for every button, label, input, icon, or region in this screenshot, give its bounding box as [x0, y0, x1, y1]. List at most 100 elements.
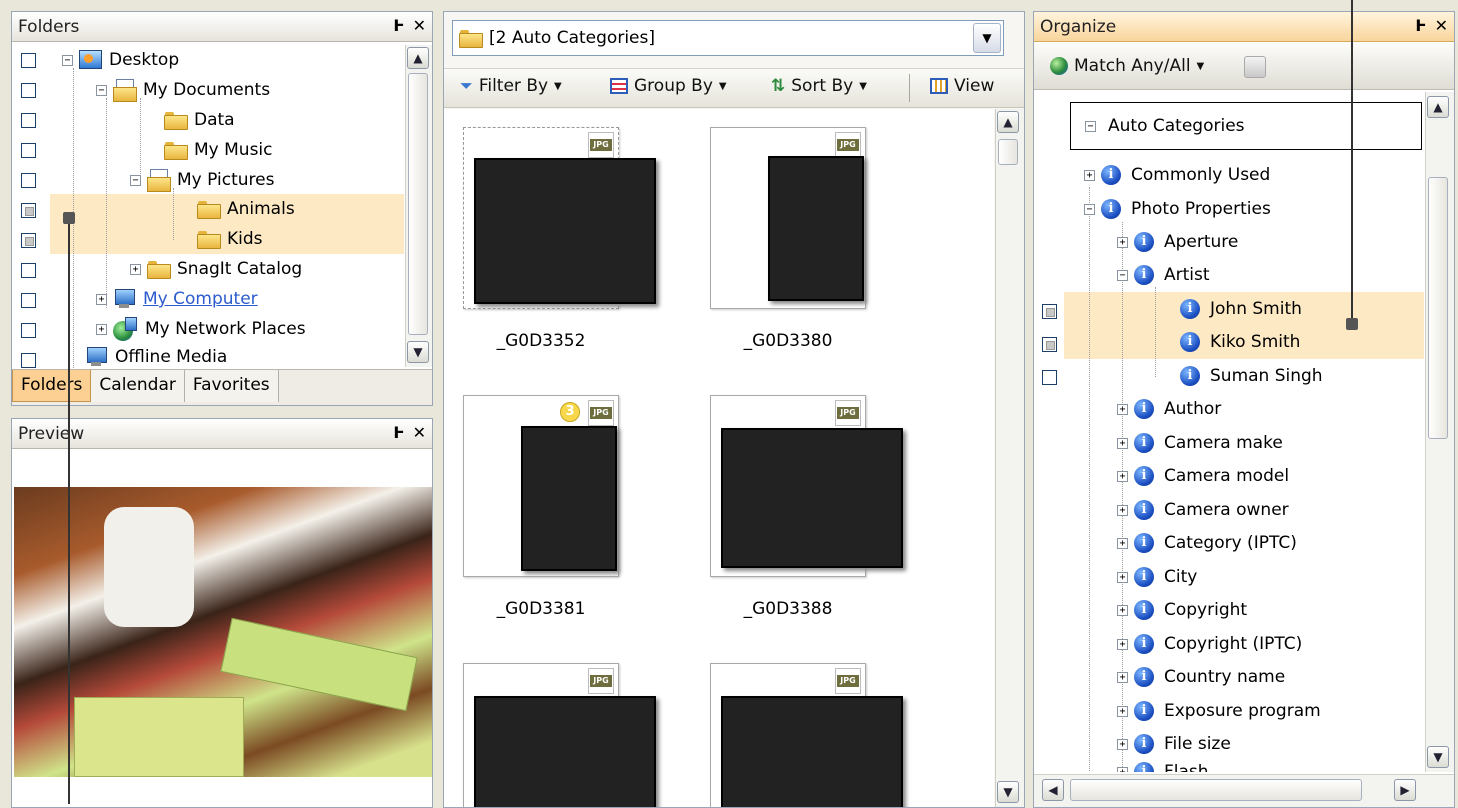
- thumbnail-card[interactable]: JPG: [710, 127, 866, 309]
- thumbnail-card[interactable]: JPG: [463, 127, 656, 309]
- folder-checkbox[interactable]: [21, 173, 36, 188]
- scroll-up-button[interactable]: ▲: [407, 47, 429, 69]
- expand-icon[interactable]: +: [1117, 671, 1128, 683]
- thumbnail-card[interactable]: JPG: [710, 663, 903, 807]
- collapse-icon[interactable]: −: [1117, 269, 1128, 281]
- tree-item-my-music[interactable]: My Music: [164, 135, 273, 165]
- thumbnail-card[interactable]: JPG: [710, 395, 903, 577]
- filter-by-button[interactable]: ⏷ Filter By ▼: [460, 76, 562, 96]
- tree-item-my-computer[interactable]: + My Computer: [96, 284, 258, 314]
- collapse-icon[interactable]: −: [62, 54, 73, 66]
- tree-item-data[interactable]: Data: [164, 105, 235, 135]
- tree-item-my-network-places[interactable]: + My Network Places: [96, 314, 306, 344]
- horizontal-scroll-thumb[interactable]: [1070, 779, 1362, 801]
- category-checkbox-partial[interactable]: [1042, 337, 1057, 352]
- sort-by-button[interactable]: ⇅ Sort By ▼: [771, 76, 867, 96]
- folder-checkbox[interactable]: [21, 83, 36, 98]
- pin-icon[interactable]: Ͱ: [393, 16, 404, 35]
- close-icon[interactable]: ✕: [413, 423, 426, 442]
- scroll-up-button[interactable]: ▲: [1427, 96, 1449, 118]
- scroll-right-button[interactable]: ▶: [1394, 779, 1416, 801]
- category-item[interactable]: + i Category (IPTC): [1117, 528, 1297, 558]
- folder-checkbox-partial[interactable]: [21, 233, 36, 248]
- thumbnail-card[interactable]: JPG: [463, 663, 656, 807]
- category-item[interactable]: + i Flash: [1117, 757, 1209, 772]
- category-item[interactable]: + i City: [1117, 562, 1197, 592]
- category-item[interactable]: + i Author: [1117, 394, 1221, 424]
- tree-item-snagit-catalog[interactable]: + SnagIt Catalog: [130, 254, 302, 284]
- expand-icon[interactable]: +: [1117, 437, 1128, 449]
- category-checkbox[interactable]: [1042, 370, 1057, 385]
- expand-icon[interactable]: +: [1117, 236, 1128, 248]
- category-item[interactable]: + i File size: [1117, 729, 1231, 759]
- browser-scrollbar[interactable]: ▲ ▼: [995, 109, 1024, 807]
- expand-icon[interactable]: +: [1117, 403, 1128, 415]
- category-item[interactable]: i Suman Singh: [1180, 361, 1323, 391]
- folders-scrollbar[interactable]: ▲ ▼: [405, 45, 432, 367]
- collapse-icon[interactable]: −: [96, 84, 107, 96]
- category-item[interactable]: + i Camera model: [1117, 461, 1289, 491]
- category-checkbox-partial[interactable]: [1042, 304, 1057, 319]
- pin-icon[interactable]: Ͱ: [393, 423, 404, 442]
- scroll-left-button[interactable]: ◀: [1042, 779, 1064, 801]
- close-icon[interactable]: ✕: [413, 16, 426, 35]
- pin-icon[interactable]: Ͱ: [1415, 16, 1426, 35]
- category-item[interactable]: i John Smith: [1180, 294, 1302, 324]
- scroll-down-button[interactable]: ▼: [407, 341, 429, 363]
- scroll-down-button[interactable]: ▼: [1427, 746, 1449, 768]
- dropdown-chevron-icon[interactable]: ▼: [973, 23, 1001, 53]
- location-bar[interactable]: [2 Auto Categories] ▼: [452, 20, 1004, 56]
- tree-item-my-pictures[interactable]: − My Pictures: [130, 165, 274, 195]
- scroll-thumb[interactable]: [998, 139, 1018, 165]
- expand-icon[interactable]: +: [1117, 571, 1128, 583]
- collapse-icon[interactable]: −: [1084, 203, 1095, 215]
- scroll-up-button[interactable]: ▲: [997, 111, 1019, 133]
- expand-icon[interactable]: +: [1084, 169, 1095, 181]
- category-item[interactable]: + i Aperture: [1117, 227, 1238, 257]
- scroll-thumb[interactable]: [408, 73, 428, 335]
- folder-checkbox[interactable]: [21, 293, 36, 308]
- thumbnail-card[interactable]: 3 JPG: [463, 395, 619, 577]
- view-button[interactable]: View: [930, 76, 994, 96]
- expand-icon[interactable]: +: [1117, 638, 1128, 650]
- folder-checkbox[interactable]: [21, 323, 36, 338]
- category-item[interactable]: + i Country name: [1117, 662, 1285, 692]
- folder-checkbox[interactable]: [21, 143, 36, 158]
- category-item[interactable]: + i Copyright (IPTC): [1117, 629, 1302, 659]
- folder-checkbox-partial[interactable]: [21, 203, 36, 218]
- category-item[interactable]: − i Artist: [1117, 260, 1210, 290]
- scroll-down-button[interactable]: ▼: [997, 781, 1019, 803]
- folder-checkbox[interactable]: [21, 353, 36, 368]
- tab-favorites[interactable]: Favorites: [184, 370, 279, 402]
- organize-vscrollbar[interactable]: ▲ ▼: [1425, 92, 1454, 772]
- folder-checkbox[interactable]: [21, 113, 36, 128]
- scroll-thumb[interactable]: [1428, 177, 1448, 439]
- tree-item-animals[interactable]: Animals: [197, 194, 295, 224]
- tab-folders[interactable]: Folders: [12, 370, 92, 402]
- tag-icon[interactable]: [1244, 56, 1266, 78]
- category-item[interactable]: + i Commonly Used: [1084, 160, 1270, 190]
- expand-icon[interactable]: +: [96, 293, 107, 305]
- category-item[interactable]: + i Camera make: [1117, 428, 1283, 458]
- expand-icon[interactable]: +: [1117, 705, 1128, 717]
- expand-icon[interactable]: +: [1117, 604, 1128, 616]
- collapse-icon[interactable]: −: [1085, 120, 1096, 132]
- category-item[interactable]: − i Photo Properties: [1084, 194, 1271, 224]
- folder-checkbox[interactable]: [21, 53, 36, 68]
- tree-item-my-documents[interactable]: − My Documents: [96, 75, 270, 105]
- match-any-all-button[interactable]: Match Any/All ▼: [1050, 56, 1204, 76]
- close-icon[interactable]: ✕: [1435, 16, 1448, 35]
- tree-item-offline-media[interactable]: Offline Media: [85, 342, 227, 372]
- tree-item-desktop[interactable]: − Desktop: [62, 45, 179, 75]
- expand-icon[interactable]: +: [1117, 766, 1128, 772]
- folder-checkbox[interactable]: [21, 263, 36, 278]
- expand-icon[interactable]: +: [1117, 537, 1128, 549]
- category-item[interactable]: + i Camera owner: [1117, 495, 1289, 525]
- tree-item-kids[interactable]: Kids: [197, 224, 263, 254]
- tab-calendar[interactable]: Calendar: [91, 370, 185, 402]
- category-item[interactable]: i Kiko Smith: [1180, 327, 1300, 357]
- expand-icon[interactable]: +: [1117, 470, 1128, 482]
- auto-categories-root[interactable]: − Auto Categories: [1070, 102, 1422, 150]
- expand-icon[interactable]: +: [1117, 738, 1128, 750]
- expand-icon[interactable]: +: [130, 263, 141, 275]
